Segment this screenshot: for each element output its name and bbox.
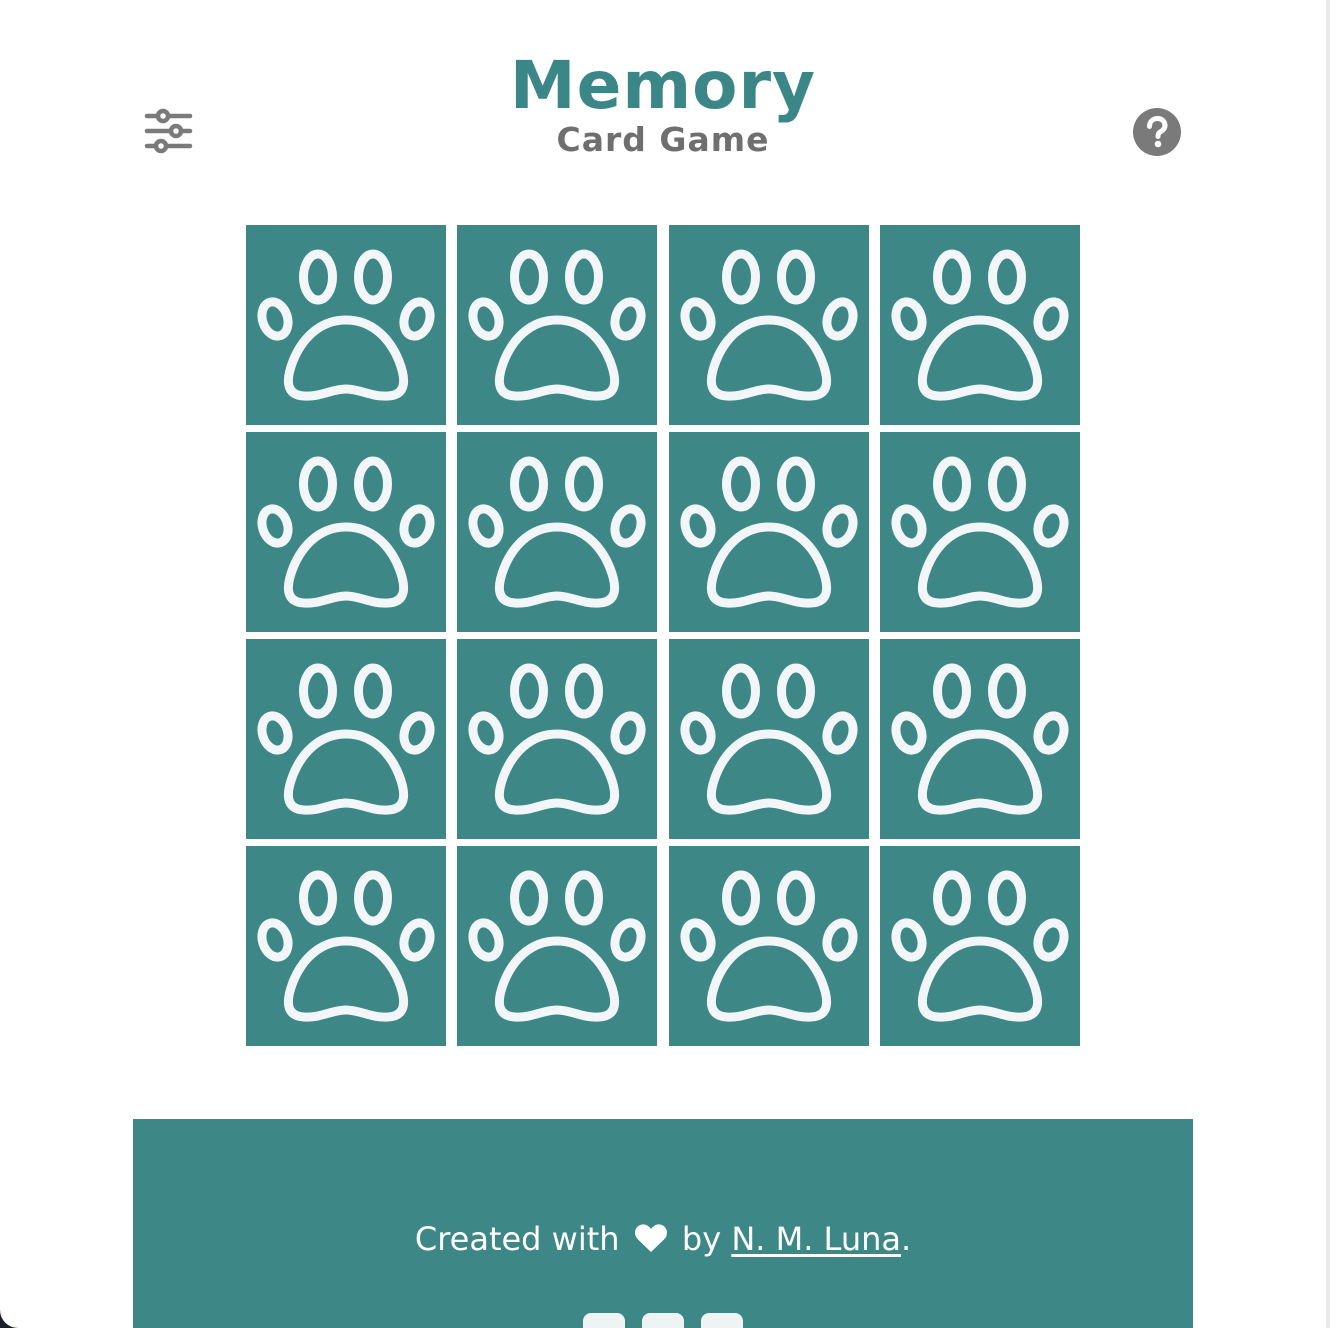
- memory-card[interactable]: [668, 430, 869, 634]
- twitter-icon[interactable]: [583, 1313, 625, 1328]
- window-edge: [1326, 0, 1330, 1328]
- memory-card[interactable]: [246, 846, 446, 1046]
- memory-card[interactable]: [457, 223, 658, 427]
- paw-icon: [246, 223, 446, 427]
- memory-card[interactable]: [457, 430, 658, 634]
- memory-card[interactable]: [879, 430, 1080, 634]
- memory-card[interactable]: [457, 844, 658, 1048]
- credit-line: Created with by N. M. Luna.: [133, 1217, 1193, 1261]
- github-icon[interactable]: [701, 1313, 743, 1328]
- app-window: Memory Card Game Created with by N. M. L…: [0, 0, 1326, 1328]
- paw-icon: [669, 430, 869, 634]
- credit-suffix: .: [900, 1220, 912, 1258]
- author-link[interactable]: N. M. Luna: [731, 1220, 901, 1258]
- paw-icon: [457, 637, 657, 841]
- memory-card[interactable]: [246, 432, 446, 632]
- memory-card[interactable]: [246, 225, 446, 425]
- memory-card[interactable]: [879, 637, 1080, 841]
- memory-card[interactable]: [879, 844, 1080, 1048]
- memory-card[interactable]: [668, 637, 869, 841]
- paw-icon: [246, 430, 446, 634]
- memory-card[interactable]: [879, 223, 1080, 427]
- paw-icon: [457, 430, 657, 634]
- paw-icon: [880, 223, 1080, 427]
- credit-prefix: Created with: [414, 1220, 620, 1258]
- paw-icon: [880, 430, 1080, 634]
- page-subtitle: Card Game: [556, 120, 770, 159]
- memory-card[interactable]: [246, 639, 446, 839]
- paw-icon: [669, 223, 869, 427]
- credit-by: by: [681, 1220, 722, 1258]
- paw-icon: [669, 637, 869, 841]
- help-icon: [1133, 108, 1181, 156]
- paw-icon: [457, 223, 657, 427]
- help-button[interactable]: [1131, 106, 1183, 158]
- card-grid: [246, 225, 1080, 1046]
- memory-card[interactable]: [668, 223, 869, 427]
- footer: Created with by N. M. Luna.: [133, 1119, 1193, 1328]
- paw-icon: [880, 637, 1080, 841]
- linkedin-icon[interactable]: [642, 1313, 684, 1328]
- paw-icon: [246, 844, 446, 1048]
- heart-icon: [634, 1224, 667, 1252]
- paw-icon: [880, 844, 1080, 1048]
- page-title: Memory: [509, 47, 817, 124]
- paw-icon: [457, 844, 657, 1048]
- paw-icon: [246, 637, 446, 841]
- memory-card[interactable]: [457, 637, 658, 841]
- paw-icon: [669, 844, 869, 1048]
- memory-card[interactable]: [668, 844, 869, 1048]
